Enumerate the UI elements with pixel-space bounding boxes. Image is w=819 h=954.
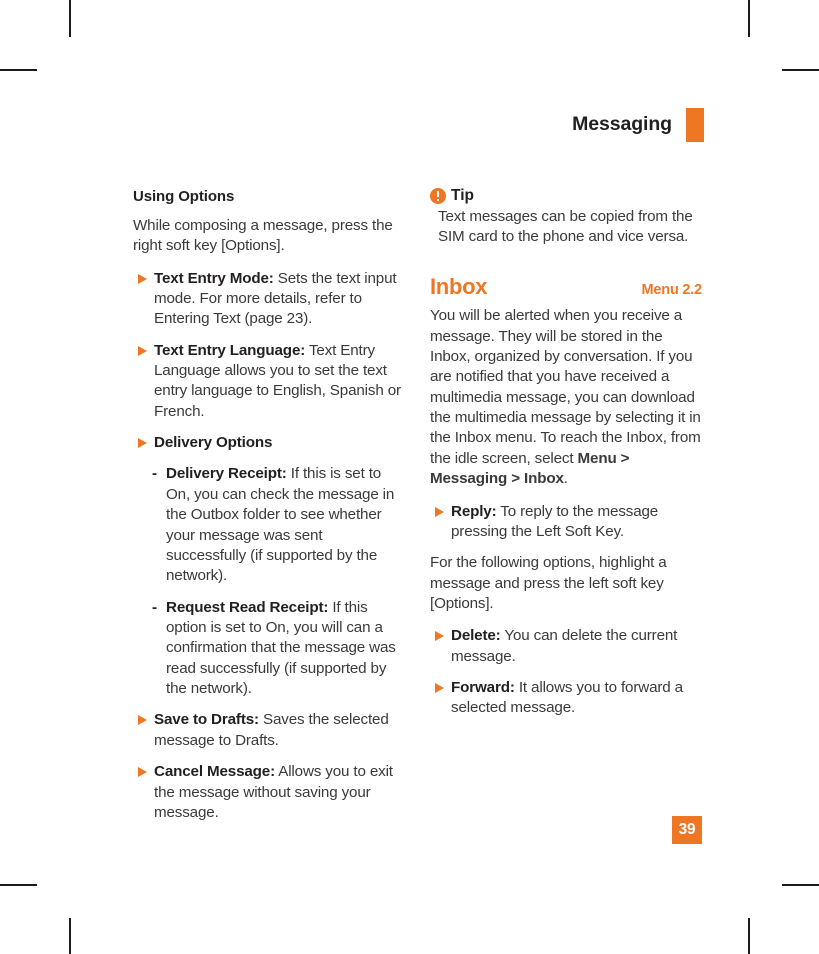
tip-header: Tip xyxy=(430,188,702,204)
exclamation-circle-icon xyxy=(430,188,446,204)
crop-mark-bottom-right-vertical xyxy=(748,918,750,954)
bullet-term: Reply: xyxy=(451,502,497,520)
sub-item-term: Delivery Receipt: xyxy=(166,465,287,483)
sub-item-term: Request Read Receipt: xyxy=(166,598,329,616)
section-title: Inbox xyxy=(430,274,488,300)
orange-rule-bar-icon xyxy=(686,108,704,142)
triangle-bullet-icon xyxy=(138,345,147,356)
triangle-bullet-icon xyxy=(138,438,147,449)
inbox-intro-part2: . xyxy=(563,470,568,488)
sub-item-delivery-receipt: - Delivery Receipt: If this is set to On… xyxy=(133,464,405,586)
tip-title: Tip xyxy=(451,187,474,205)
dash-bullet-icon: - xyxy=(152,598,157,616)
left-text-column: Using Options While composing a message,… xyxy=(133,188,405,834)
crop-mark-bottom-right-horizontal xyxy=(782,884,819,886)
bullet-cancel-message: Cancel Message: Allows you to exit the m… xyxy=(133,762,405,823)
bullet-term: Save to Drafts: xyxy=(154,711,259,729)
triangle-bullet-icon xyxy=(435,683,444,694)
menu-reference: Menu 2.2 xyxy=(641,282,703,299)
triangle-bullet-icon xyxy=(435,631,444,642)
inbox-intro-part1: You will be alerted when you receive a m… xyxy=(430,307,701,467)
bullet-term: Cancel Message: xyxy=(154,763,275,781)
triangle-bullet-icon xyxy=(138,715,147,726)
bullet-term: Delivery Options xyxy=(154,434,273,452)
bullet-forward: Forward: It allows you to forward a sele… xyxy=(430,678,702,719)
crop-mark-top-right-vertical xyxy=(748,0,750,37)
inbox-options-paragraph: For the following options, highlight a m… xyxy=(430,554,667,612)
bullet-text-entry-mode: Text Entry Mode: Sets the text input mod… xyxy=(133,269,405,330)
bullet-term: Delete: xyxy=(451,627,501,645)
page-running-head: Messaging xyxy=(430,108,704,142)
crop-mark-top-right-horizontal xyxy=(782,69,819,71)
inbox-intro-paragraph: You will be alerted when you receive a m… xyxy=(430,306,702,489)
bullet-delete: Delete: You can delete the current messa… xyxy=(430,626,702,667)
tip-callout: Tip Text messages can be copied from the… xyxy=(430,188,702,247)
running-head-title: Messaging xyxy=(572,113,672,136)
bullet-term: Forward: xyxy=(451,679,515,697)
bullet-delivery-options: Delivery Options xyxy=(133,433,405,453)
triangle-bullet-icon xyxy=(138,273,147,284)
sub-item-text: If this is set to On, you can check the … xyxy=(166,465,395,585)
crop-mark-bottom-left-vertical xyxy=(69,918,71,954)
tip-body-text: Text messages can be copied from the SIM… xyxy=(438,208,693,246)
dash-bullet-icon: - xyxy=(152,465,157,483)
crop-mark-bottom-left-horizontal xyxy=(0,884,37,886)
triangle-bullet-icon xyxy=(435,506,444,517)
triangle-bullet-icon xyxy=(138,767,147,778)
inbox-section-header: Inbox Menu 2.2 xyxy=(430,274,703,300)
bullet-reply: Reply: To reply to the message pressing … xyxy=(430,502,702,543)
crop-mark-top-left-horizontal xyxy=(0,69,37,71)
bullet-term: Text Entry Language: xyxy=(154,341,306,359)
bullet-save-to-drafts: Save to Drafts: Saves the selected messa… xyxy=(133,710,405,751)
bullet-term: Text Entry Mode: xyxy=(154,269,274,287)
sub-item-request-read-receipt: - Request Read Receipt: If this option i… xyxy=(133,598,405,700)
bullet-text-entry-language: Text Entry Language: Text Entry Language… xyxy=(133,341,405,422)
crop-mark-top-left-vertical xyxy=(69,0,71,37)
page-number-badge: 39 xyxy=(672,816,702,844)
using-options-heading: Using Options xyxy=(133,188,235,205)
right-text-column: Tip Text messages can be copied from the… xyxy=(430,188,702,730)
using-options-intro: While composing a message, press the rig… xyxy=(133,216,393,255)
